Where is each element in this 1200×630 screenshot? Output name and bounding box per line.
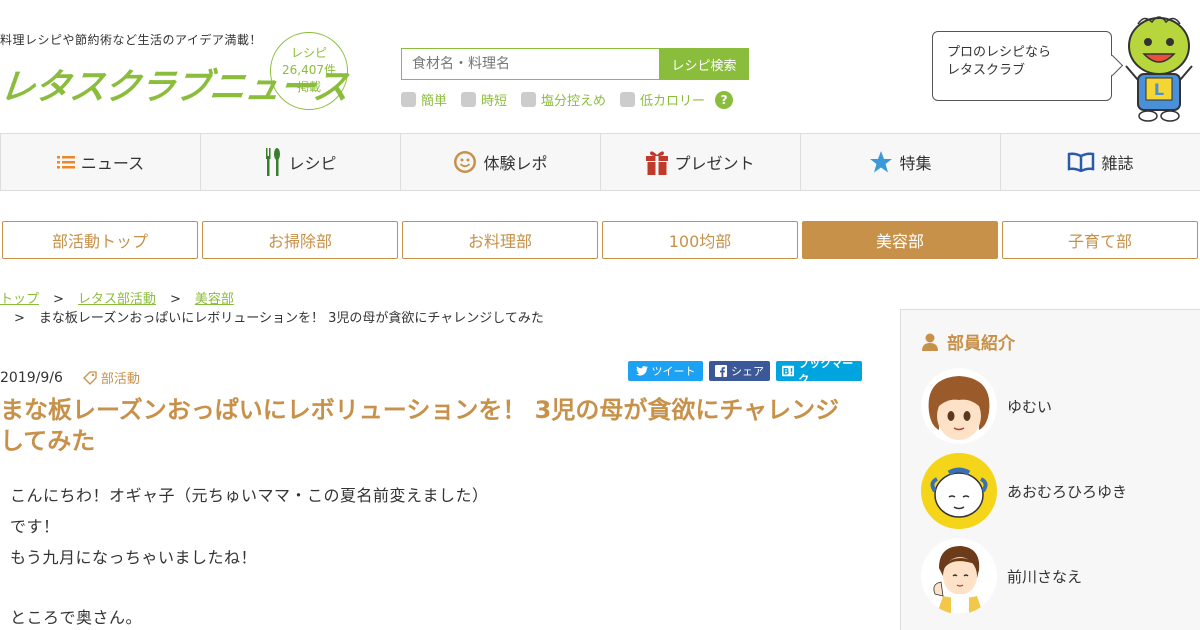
member-name: ゆむい xyxy=(1007,397,1053,416)
tag-label: 部活動 xyxy=(100,372,140,387)
avatar xyxy=(921,453,997,529)
member-item[interactable]: ゆむい xyxy=(921,368,1052,444)
filter-checkbox[interactable] xyxy=(461,92,477,107)
filter-checkbox[interactable] xyxy=(620,92,636,107)
svg-text:B!: B! xyxy=(783,368,794,378)
search-filters: 簡単 時短 塩分控えめ 低カロリー ? xyxy=(401,90,734,109)
article-body: こんにちわ！オギャ子（元ちゅいママ・この夏名前変えました） です！ もう九月にな… xyxy=(10,480,860,630)
list-icon xyxy=(56,156,75,169)
article-date: 2019/9/6 xyxy=(0,369,63,386)
gift-icon xyxy=(646,151,669,175)
filter-checkbox[interactable] xyxy=(401,92,416,107)
facebook-icon xyxy=(715,365,727,377)
filter-label: 低カロリー xyxy=(640,94,706,109)
avatar xyxy=(921,538,997,614)
site-tagline: 料理レシピや節約術など生活のアイデア満載！ xyxy=(0,33,262,47)
article-title: まな板レーズンおっぱいにレボリューションを！ 3児の母が貪欲にチャレンジしてみた xyxy=(0,396,840,455)
article-tag[interactable]: 部活動 xyxy=(82,368,140,387)
facebook-share-button[interactable]: シェア xyxy=(709,361,770,381)
nav-report[interactable]: 体験レポ xyxy=(401,134,601,190)
breadcrumb: トップ > レタス部活動 > 美容部 > まな板レーズンおっぱいにレボリューションを！ 3… xyxy=(0,290,880,328)
nav-label: 体験レポ xyxy=(483,154,548,173)
breadcrumb-top[interactable]: トップ xyxy=(0,292,39,307)
share-label: シェア xyxy=(731,365,764,378)
article-paragraph: こんにちわ！オギャ子（元ちゅいママ・この夏名前変えました） xyxy=(10,486,489,505)
breadcrumb-current: まな板レーズンおっぱいにレボリューションを！ 3児の母が貪欲にチャレンジしてみた xyxy=(38,311,544,326)
member-avatar-icon xyxy=(921,538,997,614)
book-icon xyxy=(1068,152,1095,172)
nav-present[interactable]: プレゼント xyxy=(601,134,801,190)
nav-recipe[interactable]: レシピ xyxy=(201,134,401,190)
nav-label: 雑誌 xyxy=(1101,154,1134,173)
filter-low-calorie[interactable]: 低カロリー xyxy=(620,90,705,109)
filter-easy[interactable]: 簡単 xyxy=(401,90,447,109)
twitter-icon xyxy=(635,366,648,376)
tab-beauty[interactable]: 美容部 xyxy=(802,221,998,259)
breadcrumb-separator: > xyxy=(53,292,64,307)
lettuce-mascot-icon: L xyxy=(1125,16,1193,122)
club-tabs: 部活動トップ お掃除部 お料理部 100均部 美容部 子育て部 xyxy=(2,221,1198,259)
breadcrumb-beauty[interactable]: 美容部 xyxy=(195,292,234,307)
filter-label: 簡単 xyxy=(421,94,448,109)
filter-quick[interactable]: 時短 xyxy=(461,90,507,109)
member-item[interactable]: あおむろひろゆき xyxy=(921,453,1127,529)
badge-line-3: 掲載 xyxy=(296,80,321,94)
article-meta: 2019/9/6 部活動 xyxy=(0,368,140,388)
hatena-icon: B! xyxy=(782,365,795,378)
tab-club-top[interactable]: 部活動トップ xyxy=(2,221,198,259)
badge-line-2: 26,407件 xyxy=(282,63,336,77)
nav-magazine[interactable]: 雑誌 xyxy=(1001,134,1200,190)
nav-feature[interactable]: 特集 xyxy=(801,134,1001,190)
sidebar-title-text: 部員紹介 xyxy=(947,334,1015,354)
member-sidebar: 部員紹介 ゆむい あおむろひろゆき 前川さなえ xyxy=(900,309,1200,630)
filter-low-salt[interactable]: 塩分控えめ xyxy=(521,90,606,109)
speech-bubble: プロのレシピなら レタスクラブ xyxy=(932,31,1112,101)
nav-label: ニュース xyxy=(80,154,145,173)
tweet-label: ツイート xyxy=(651,365,696,378)
member-avatar-icon xyxy=(921,368,997,444)
nav-label: 特集 xyxy=(899,154,932,173)
smile-icon xyxy=(454,151,477,173)
article-paragraph: ところで奥さん。 xyxy=(10,608,143,627)
recipe-search-input[interactable] xyxy=(401,48,659,80)
recipe-count-badge: レシピ 26,407件 掲載 xyxy=(270,32,348,110)
share-buttons: ツイート シェア B! ブックマーク xyxy=(628,357,862,386)
speech-line-2: レタスクラブ xyxy=(947,63,1026,78)
hatena-bookmark-button[interactable]: B! ブックマーク xyxy=(776,357,862,386)
member-item[interactable]: 前川さなえ xyxy=(921,538,1082,614)
star-icon xyxy=(870,151,893,173)
tab-cleaning[interactable]: お掃除部 xyxy=(202,221,398,259)
member-name: あおむろひろゆき xyxy=(1007,482,1128,501)
badge-line-1: レシピ xyxy=(290,46,327,60)
tweet-button[interactable]: ツイート xyxy=(628,361,703,381)
avatar xyxy=(921,368,997,444)
nav-news[interactable]: ニュース xyxy=(0,134,201,190)
filter-label: 塩分控えめ xyxy=(541,94,607,109)
person-icon xyxy=(922,333,938,351)
filter-checkbox[interactable] xyxy=(521,92,537,107)
tab-parenting[interactable]: 子育て部 xyxy=(1002,221,1198,259)
sidebar-title: 部員紹介 xyxy=(921,329,1015,354)
tag-icon xyxy=(82,370,97,385)
nav-label: プレゼント xyxy=(674,154,755,173)
member-name: 前川さなえ xyxy=(1007,567,1083,586)
recipe-search-button[interactable]: レシピ検索 xyxy=(659,48,749,80)
nav-label: レシピ xyxy=(288,154,337,173)
help-icon[interactable]: ? xyxy=(715,90,734,109)
filter-label: 時短 xyxy=(481,94,508,109)
svg-text:L: L xyxy=(1154,80,1164,99)
fork-spoon-icon xyxy=(266,148,281,176)
tab-100yen[interactable]: 100均部 xyxy=(602,221,798,259)
speech-line-1: プロのレシピなら xyxy=(947,45,1052,60)
breadcrumb-lettuce-club[interactable]: レタス部活動 xyxy=(78,292,156,307)
main-navigation: ニュース レシピ 体験レポ プレゼント 特集 雑誌 xyxy=(0,133,1200,191)
member-avatar-icon xyxy=(921,453,997,529)
tab-cooking[interactable]: お料理部 xyxy=(402,221,598,259)
article-paragraph: です！ xyxy=(10,517,60,536)
breadcrumb-separator: > xyxy=(14,311,25,326)
bookmark-label: ブックマーク xyxy=(798,357,854,386)
breadcrumb-separator: > xyxy=(169,292,181,307)
article-paragraph: もう九月になっちゃいましたね！ xyxy=(10,548,258,567)
